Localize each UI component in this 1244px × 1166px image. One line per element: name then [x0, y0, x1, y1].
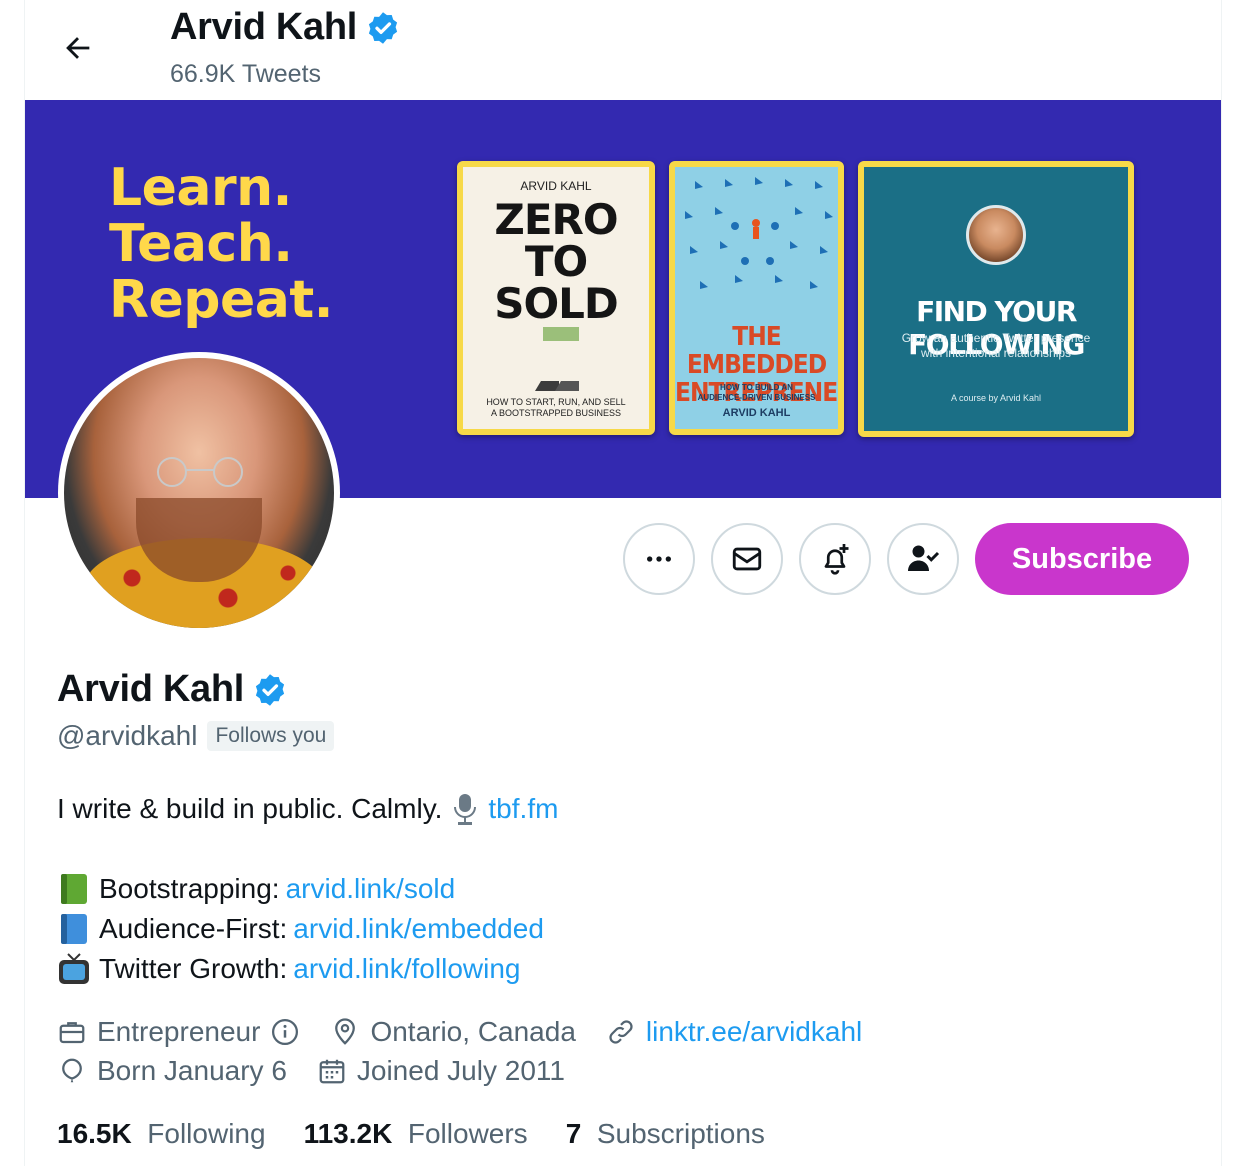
bio-item-twitter-growth: Twitter Growth: arvid.link/following	[57, 952, 520, 986]
subscriptions-stat[interactable]: 7 Subscriptions	[566, 1118, 765, 1150]
banner-tagline: Learn. Teach. Repeat.	[109, 158, 334, 330]
bio-item-label: Audience-First:	[99, 913, 288, 944]
boots-icon	[535, 327, 579, 391]
meta-birthday: Born January 6	[57, 1055, 287, 1087]
book1-author: ARVID KAHL	[520, 179, 592, 193]
meta-location: Ontario, Canada	[330, 1016, 576, 1048]
book2-subtitle-line: HOW TO BUILD AN	[720, 383, 793, 392]
book1-title: ZERO TO SOLD	[463, 199, 649, 325]
book1-subtitle: HOW TO START, RUN, AND SELL A BOOTSTRAPP…	[463, 397, 649, 419]
bio-line-1: I write & build in public. Calmly. tbf.f…	[57, 792, 558, 826]
book1-subtitle-line: A BOOTSTRAPPED BUSINESS	[490, 408, 622, 418]
more-button[interactable]	[623, 523, 695, 595]
tweet-count: 66.9K Tweets	[170, 60, 322, 88]
meta-location-text: Ontario, Canada	[370, 1016, 576, 1047]
verified-badge-icon[interactable]	[252, 672, 288, 708]
bio-link-embedded[interactable]: arvid.link/embedded	[293, 913, 544, 945]
course-subtitle: Grow an authentic Twitter presence with …	[864, 331, 1128, 361]
followers-count: 113.2K	[303, 1118, 393, 1149]
book-zero-to-sold: ARVID KAHL ZERO TO SOLD HOW TO START, RU…	[457, 161, 655, 435]
profile-meta-row-1: Entrepreneur Ontario, Canada linktr.ee/a…	[57, 1016, 892, 1048]
bio-text: I write & build in public. Calmly.	[57, 793, 443, 824]
back-button[interactable]	[52, 22, 104, 74]
notifications-button[interactable]	[799, 523, 871, 595]
bio-item-bootstrapping: Bootstrapping: arvid.link/sold	[57, 872, 455, 906]
book1-title-line: TO	[524, 237, 588, 286]
following-stat[interactable]: 16.5K Following	[57, 1118, 266, 1150]
profile-avatar[interactable]	[58, 352, 340, 634]
course-subtitle-line: Grow an authentic Twitter presence	[901, 331, 1091, 345]
microphone-icon	[454, 794, 477, 825]
tagline-learn: Learn.	[109, 158, 292, 218]
tv-icon	[59, 953, 89, 984]
book2-subtitle-line: AUDIENCE-DRIVEN BUSINESS	[697, 393, 816, 402]
book2-title-line: THE EMBEDDED	[686, 322, 827, 380]
following-button[interactable]	[887, 523, 959, 595]
meta-website-link[interactable]: linktr.ee/arvidkahl	[646, 1016, 862, 1048]
meta-category-text: Entrepreneur	[97, 1016, 261, 1047]
verified-badge-icon	[368, 11, 398, 44]
link-icon	[609, 1020, 633, 1044]
briefcase-icon	[59, 1022, 85, 1044]
book1-title-line: ZERO	[494, 195, 618, 244]
bio-link-tbf[interactable]: tbf.fm	[488, 793, 558, 825]
bio-item-audience-first: Audience-First: arvid.link/embedded	[57, 912, 544, 946]
tagline-teach: Teach.	[109, 214, 293, 274]
tagline-repeat: Repeat.	[109, 270, 334, 330]
avatar-photo	[64, 358, 334, 628]
follow-stats: 16.5K Following 113.2K Followers 7 Subsc…	[57, 1118, 803, 1150]
balloon-icon	[62, 1058, 82, 1083]
following-label: Following	[139, 1118, 266, 1149]
course-byline: A course by Arvid Kahl	[950, 393, 1042, 403]
meta-birthday-text: Born January 6	[97, 1055, 287, 1086]
subscriptions-label: Subscriptions	[589, 1118, 765, 1149]
blue-book-icon	[61, 914, 87, 944]
bio-item-label: Twitter Growth:	[99, 953, 288, 984]
profile-meta-row-2: Born January 6 Joined July 2011	[57, 1055, 595, 1087]
meta-joined-text: Joined July 2011	[356, 1055, 565, 1086]
meta-category: Entrepreneur	[57, 1016, 300, 1048]
followers-label: Followers	[400, 1118, 528, 1149]
green-book-icon	[61, 874, 87, 904]
meta-website: linktr.ee/arvidkahl	[606, 1016, 862, 1048]
mail-icon	[732, 547, 762, 571]
header-title: Arvid Kahl	[170, 6, 401, 49]
subscribe-button[interactable]: Subscribe	[975, 523, 1189, 595]
calendar-icon	[319, 1059, 345, 1084]
location-pin-icon	[335, 1018, 356, 1045]
profile-name: Arvid Kahl	[57, 668, 245, 710]
person-check-icon	[908, 545, 940, 571]
bio-item-label: Bootstrapping:	[99, 873, 280, 904]
bio-link-sold[interactable]: arvid.link/sold	[286, 873, 456, 905]
book1-subtitle-line: HOW TO START, RUN, AND SELL	[486, 397, 626, 407]
info-icon[interactable]	[270, 1017, 300, 1047]
bio-link-following[interactable]: arvid.link/following	[293, 953, 520, 985]
book2-subtitle: HOW TO BUILD AN AUDIENCE-DRIVEN BUSINESS	[675, 383, 838, 403]
arrow-left-icon	[66, 37, 90, 59]
followers-stat[interactable]: 113.2K Followers	[304, 1118, 528, 1150]
course-author-avatar	[966, 205, 1026, 265]
following-count: 16.5K	[57, 1118, 132, 1149]
header-name: Arvid Kahl	[170, 6, 358, 48]
book2-author: ARVID KAHL	[722, 407, 791, 419]
meta-joined: Joined July 2011	[317, 1055, 565, 1087]
course-subtitle-line: with intentional relationships	[920, 346, 1072, 360]
handle-row: @arvidkahl Follows you	[57, 720, 335, 752]
profile-name-row: Arvid Kahl	[57, 668, 288, 711]
more-icon	[647, 556, 671, 562]
message-button[interactable]	[711, 523, 783, 595]
course-find-your-following: FIND YOUR FOLLOWING Grow an authentic Tw…	[858, 161, 1134, 437]
bell-plus-icon	[824, 544, 849, 575]
people-arrows-illustration	[685, 177, 833, 289]
profile-handle: @arvidkahl	[57, 720, 198, 751]
subscriptions-count: 7	[565, 1118, 582, 1149]
book-embedded-entrepreneur: THE EMBEDDED ENTREPRENEUR HOW TO BUILD A…	[669, 161, 844, 435]
book1-title-line: SOLD	[494, 279, 619, 328]
glasses-icon	[157, 457, 243, 487]
follows-you-badge: Follows you	[207, 721, 335, 751]
